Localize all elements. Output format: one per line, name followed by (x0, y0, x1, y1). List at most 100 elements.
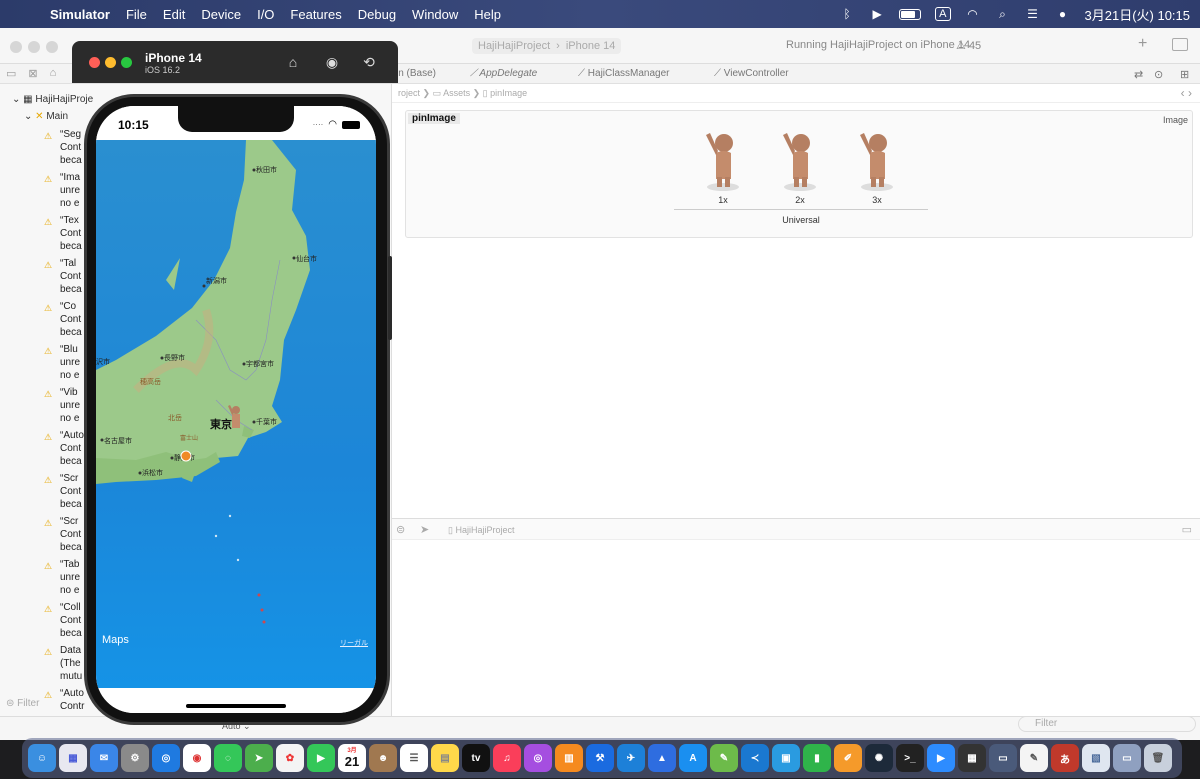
source-control-icon[interactable]: ⊠ (28, 67, 37, 80)
side-button[interactable] (388, 256, 392, 340)
wifi-icon[interactable]: ◠ (965, 7, 981, 21)
folder-icon[interactable]: ▭ (6, 67, 16, 80)
menu-edit[interactable]: Edit (155, 7, 193, 22)
menu-window[interactable]: Window (404, 7, 466, 22)
remote-desktop-icon[interactable]: ▭ (989, 744, 1017, 772)
simulator-zoom-button[interactable] (121, 57, 132, 68)
textedit-icon[interactable]: ✎ (1020, 744, 1048, 772)
system-preferences-icon[interactable]: ⚙ (121, 744, 149, 772)
menu-app-name[interactable]: Simulator (42, 7, 118, 22)
chevron-left-icon[interactable]: ‹ (1181, 86, 1185, 100)
tab-hajiclassmanager[interactable]: ⟋ HajiClassManager (578, 68, 669, 79)
xcode-minimize-button[interactable] (28, 41, 40, 53)
breadcrumb-pinimage[interactable]: pinImage (490, 88, 527, 98)
refresh-icon[interactable]: ⇄ (1134, 68, 1143, 81)
tab-main-storyboard[interactable]: in (Base) (396, 68, 436, 79)
create-ml-icon[interactable]: ✎ (710, 744, 738, 772)
input-source-indicator[interactable]: A (935, 7, 951, 21)
home-icon[interactable]: ⌂ (284, 53, 302, 71)
location-arrow-icon[interactable]: ➤ (420, 523, 429, 536)
trash-icon[interactable]: 🗑 (1144, 744, 1172, 772)
breadcrumb-assets[interactable]: Assets (443, 88, 470, 98)
mail-icon[interactable]: ✉ (90, 744, 118, 772)
menu-io[interactable]: I/O (249, 7, 282, 22)
menu-debug[interactable]: Debug (350, 7, 404, 22)
photos-icon[interactable]: ✿ (276, 744, 304, 772)
calendar-icon[interactable]: 3月 21 (338, 744, 366, 772)
siri-icon[interactable]: ● (1055, 7, 1071, 21)
zoom-icon[interactable]: ▶ (927, 744, 955, 772)
breadcrumb-project[interactable]: roject (398, 88, 420, 98)
tab-appdelegate[interactable]: ⟋ AppDelegate (470, 68, 537, 79)
current-location-pin[interactable] (180, 450, 192, 462)
console-filter-input[interactable]: Filter (1018, 716, 1196, 732)
image-slot-3x[interactable]: 3x (852, 129, 902, 215)
screenshot-camera-icon[interactable]: ◉ (323, 53, 341, 71)
launchpad-icon[interactable]: ▦ (59, 744, 87, 772)
keynote-icon[interactable]: ▣ (772, 744, 800, 772)
scheme-selector[interactable]: HajiHajiProject › iPhone 14 (472, 38, 622, 54)
chevron-right-icon[interactable]: › (1188, 86, 1192, 100)
safari-icon[interactable]: ◎ (152, 744, 180, 772)
menu-features[interactable]: Features (282, 7, 349, 22)
japanese-input-icon[interactable]: あ (1051, 744, 1079, 772)
tab-viewcontroller[interactable]: ⟋ ViewController (714, 68, 789, 79)
home-indicator[interactable] (186, 704, 286, 708)
debug-memory-icon[interactable]: ⊜ (396, 523, 405, 536)
music-icon[interactable]: ♫ (493, 744, 521, 772)
warning-count-badge[interactable]: ⚠ 45 (956, 39, 981, 52)
books-icon[interactable]: ▥ (555, 744, 583, 772)
messages-icon[interactable]: ◌ (214, 744, 242, 772)
contacts-icon[interactable]: ☻ (369, 744, 397, 772)
bluetooth-icon[interactable]: ᛒ (839, 7, 855, 21)
control-center-icon[interactable]: ☰ (1025, 7, 1041, 21)
xcode-close-button[interactable] (10, 41, 22, 53)
image-slot-1x[interactable]: 1x (698, 129, 748, 215)
map-view[interactable]: 秋田市 仙台市 新潟市 長野市 宇都宮市 沢市 穂高岳 北岳 富士山 東京 千葉… (96, 140, 376, 688)
chrome-icon[interactable]: ◉ (183, 744, 211, 772)
facetime-icon[interactable]: ▶ (307, 744, 335, 772)
terminal-icon[interactable]: >_ (896, 744, 924, 772)
menu-device[interactable]: Device (193, 7, 249, 22)
spotlight-search-icon[interactable]: ⌕ (995, 7, 1011, 21)
reminders-icon[interactable]: ☰ (400, 744, 428, 772)
image-slot-2x[interactable]: 2x (775, 129, 825, 215)
preview-icon[interactable]: ▧ (1082, 744, 1110, 772)
numbers-icon[interactable]: ▮ (803, 744, 831, 772)
vscode-icon[interactable]: ≺ (741, 744, 769, 772)
app-store-icon[interactable]: A (679, 744, 707, 772)
nav-group-row[interactable]: ⌄ ✕ Main (24, 111, 68, 122)
debug-process-crumb[interactable]: ▯ HajiHajiProject (448, 525, 515, 536)
simulator-minimize-button[interactable] (105, 57, 116, 68)
monitor-icon[interactable]: ✺ (865, 744, 893, 772)
xcode-icon[interactable]: ⚒ (586, 744, 614, 772)
notes-icon[interactable]: ▤ (431, 744, 459, 772)
play-icon[interactable]: ▶ (869, 7, 885, 21)
symbol-icon[interactable]: ⌂ (50, 67, 57, 80)
menu-help[interactable]: Help (466, 7, 509, 22)
simulator-os-version: iOS 16.2 (145, 65, 181, 75)
simulator-icon[interactable]: ✈ (617, 744, 645, 772)
map-legal-link[interactable]: リーガル (340, 638, 368, 648)
maps-icon[interactable]: ➤ (245, 744, 273, 772)
hide-debug-area-icon[interactable]: ▭ (1182, 523, 1192, 536)
calculator-icon[interactable]: ▦ (958, 744, 986, 772)
add-editor-icon[interactable]: ⊞ (1180, 68, 1189, 81)
add-icon[interactable]: + (1138, 35, 1147, 53)
finder-icon[interactable]: ☺ (28, 744, 56, 772)
simulator-close-button[interactable] (89, 57, 100, 68)
downloads-folder-icon[interactable]: ▭ (1113, 744, 1141, 772)
battery-icon[interactable] (899, 8, 922, 20)
instruments-icon[interactable]: ▲ (648, 744, 676, 772)
inspector-toggle-icon[interactable] (1172, 38, 1188, 51)
podcasts-icon[interactable]: ◎ (524, 744, 552, 772)
menubar-clock[interactable]: 3月21日(火) 10:15 (1085, 5, 1191, 24)
nav-project-row[interactable]: ⌄ ▦ HajiHajiProje (12, 94, 93, 105)
rotate-icon[interactable]: ⟲ (360, 53, 378, 71)
pages-icon[interactable]: ✐ (834, 744, 862, 772)
menu-file[interactable]: File (118, 7, 155, 22)
xcode-zoom-button[interactable] (46, 41, 58, 53)
more-options-icon[interactable]: ⊙ (1154, 68, 1163, 81)
apple-tv-icon[interactable]: tv (462, 744, 490, 772)
image-set-name[interactable]: pinImage (408, 113, 460, 124)
